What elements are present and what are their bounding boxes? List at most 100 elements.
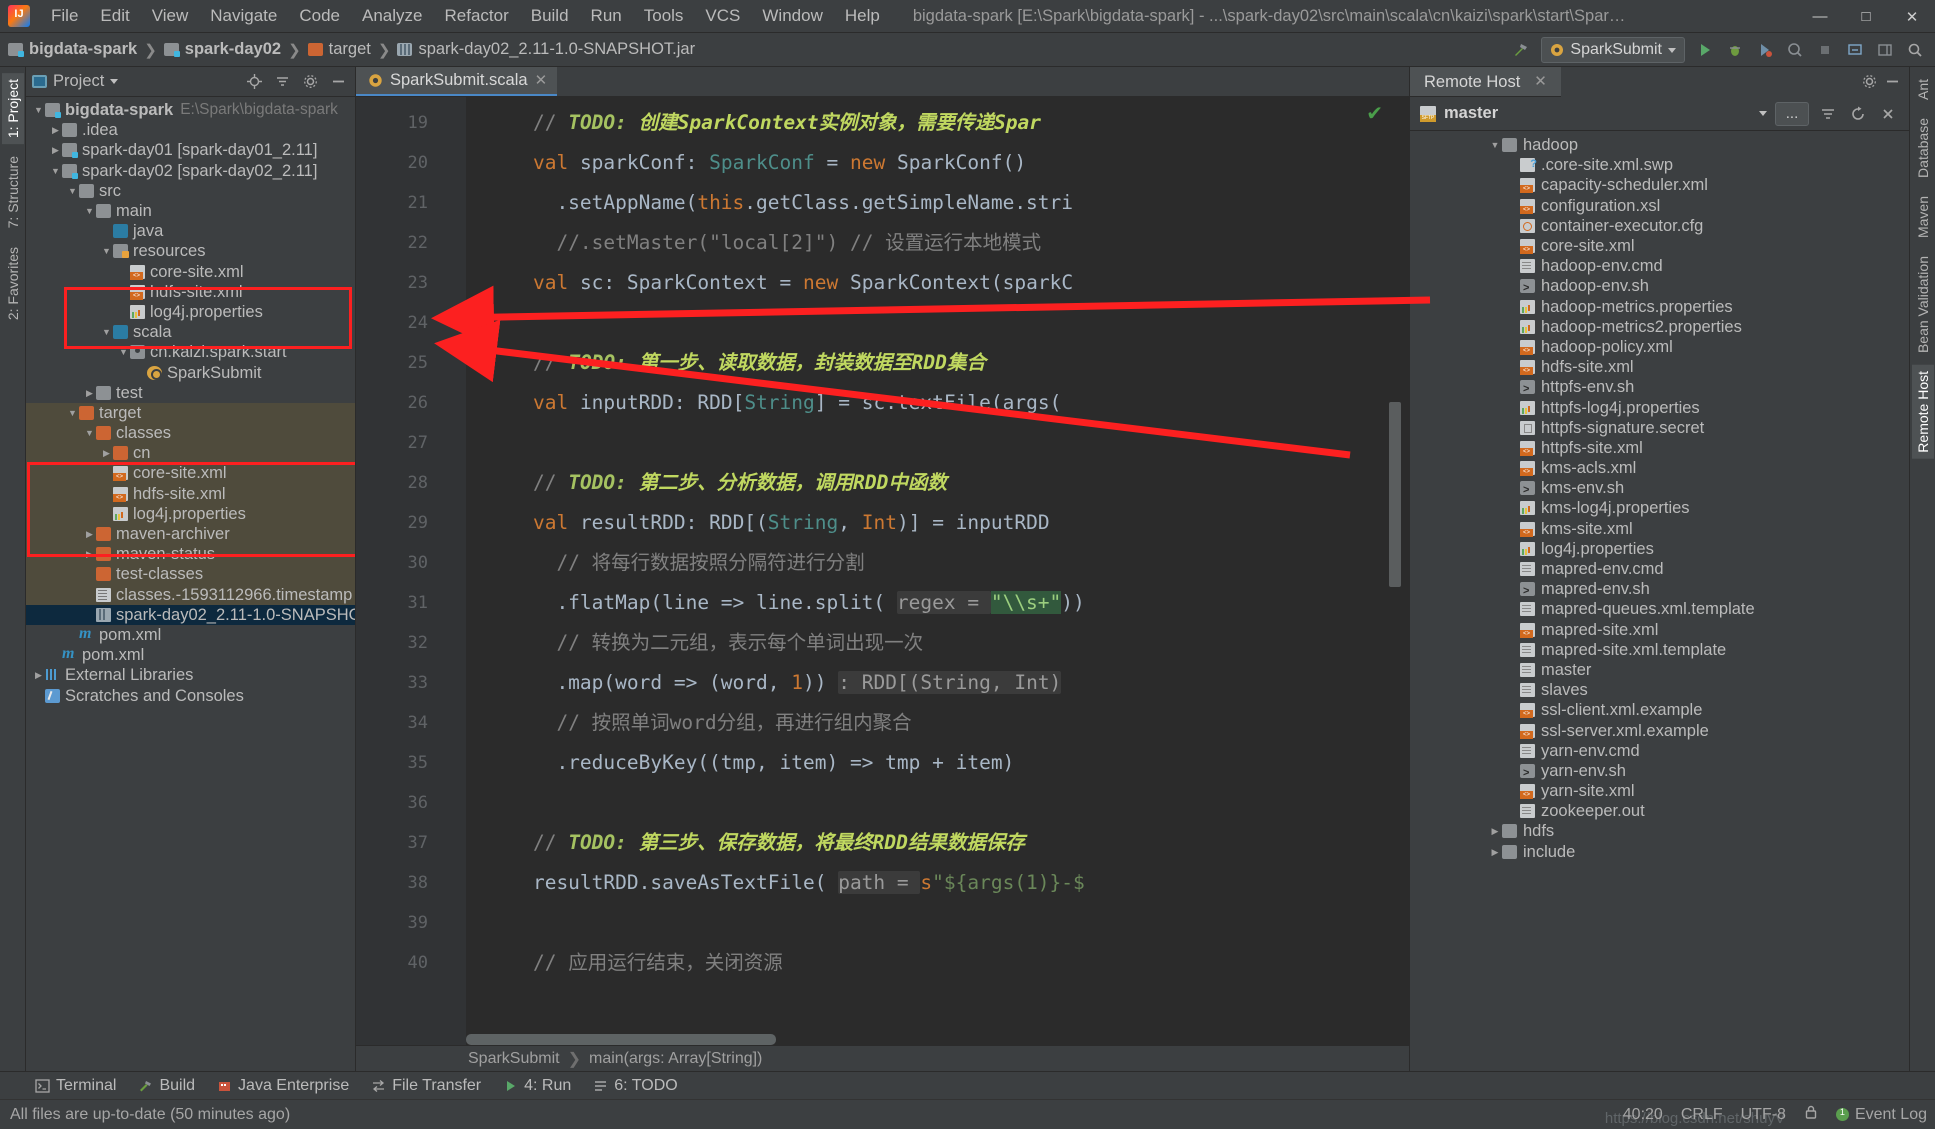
project-tree[interactable]: ▼ bigdata-spark E:\Spark\bigdata-spark ▶ .id… xyxy=(26,97,355,1071)
minimize-button[interactable]: — xyxy=(1797,0,1843,33)
remote-tree-item-mapred-site-xml[interactable]: mapred-site.xml xyxy=(1410,620,1909,640)
bottom-tab-build[interactable]: Build xyxy=(129,1074,204,1098)
breadcrumb[interactable]: bigdata-spark ❯ spark-day02 ❯ target ❯ spark-d… xyxy=(8,40,695,59)
project-tree-item-external-libraries[interactable]: ▶ External Libraries xyxy=(26,665,355,685)
code-line[interactable] xyxy=(486,423,1409,463)
remote-tree-item-ssl-server-xml-example[interactable]: ssl-server.xml.example xyxy=(1410,720,1909,740)
editor-breadcrumb[interactable]: SparkSubmit ❯ main(args: Array[String]) xyxy=(356,1045,1409,1071)
chevron-right-icon[interactable]: ▶ xyxy=(83,383,96,403)
remote-tree-item-master[interactable]: master xyxy=(1410,660,1909,680)
line-number[interactable]: 36 xyxy=(356,783,442,823)
code-line[interactable]: .flatMap(line => line.split( regex = "\\… xyxy=(486,583,1409,623)
remote-tree-item-hadoop-env-cmd[interactable]: hadoop-env.cmd xyxy=(1410,256,1909,276)
chevron-right-icon[interactable]: ▶ xyxy=(1488,842,1502,862)
close-icon[interactable] xyxy=(1877,103,1899,125)
debug-icon[interactable] xyxy=(1721,36,1749,64)
code-line[interactable]: // 将每行数据按照分隔符进行分割 xyxy=(486,543,1409,583)
line-number[interactable]: 34 xyxy=(356,703,442,743)
fold-column[interactable] xyxy=(442,97,466,1045)
line-number[interactable]: 28 xyxy=(356,463,442,503)
line-number[interactable]: 33 xyxy=(356,663,442,703)
hide-panel-icon[interactable] xyxy=(327,71,349,93)
remote-tree-item-yarn-site-xml[interactable]: yarn-site.xml xyxy=(1410,781,1909,801)
rail-tab-7-structure[interactable]: 7: Structure xyxy=(2,150,24,234)
project-tree-item-hdfs-site-xml[interactable]: hdfs-site.xml xyxy=(26,282,355,302)
line-number[interactable]: 22 xyxy=(356,223,442,263)
rail-tab-remote-host[interactable]: Remote Host xyxy=(1911,365,1934,459)
settings-icon[interactable] xyxy=(299,71,321,93)
menu-item-edit[interactable]: Edit xyxy=(89,2,140,30)
code-line[interactable]: .setAppName(this.getClass.getSimpleName.… xyxy=(486,183,1409,223)
chevron-right-icon[interactable]: ▶ xyxy=(100,443,113,463)
line-number[interactable]: 26 xyxy=(356,383,442,423)
menu-item-build[interactable]: Build xyxy=(520,2,580,30)
breadcrumb-item-spark-day02-2-11-1-0-snapshot-jar[interactable]: spark-day02_2.11-1.0-SNAPSHOT.jar xyxy=(397,40,695,59)
update-project-icon[interactable] xyxy=(1841,36,1869,64)
inspection-ok-icon[interactable]: ✔ xyxy=(1366,101,1383,126)
project-tree-item-spark-day01-spark-day01-2-11-[interactable]: ▶ spark-day01 [spark-day01_2.11] xyxy=(26,140,355,160)
chevron-down-icon[interactable]: ▼ xyxy=(49,161,62,181)
chevron-down-icon[interactable]: ▼ xyxy=(117,342,130,362)
line-number[interactable]: 29 xyxy=(356,503,442,543)
hammer-icon[interactable] xyxy=(1507,36,1535,64)
remote-tree-item-configuration-xsl[interactable]: configuration.xsl xyxy=(1410,196,1909,216)
project-tree-item-pom-xml[interactable]: pom.xml xyxy=(26,624,355,645)
chevron-right-icon[interactable]: ▶ xyxy=(49,120,62,140)
bottom-tab-terminal[interactable]: Terminal xyxy=(26,1074,125,1098)
chevron-right-icon[interactable]: ▶ xyxy=(83,544,96,564)
breadcrumb-item-spark-day02[interactable]: spark-day02 xyxy=(163,40,281,59)
code-line[interactable]: val inputRDD: RDD[String] = sc.textFile(… xyxy=(486,383,1409,423)
code-line[interactable]: val resultRDD: RDD[(String, Int)] = inpu… xyxy=(486,503,1409,543)
remote-tree-item-yarn-env-sh[interactable]: yarn-env.sh xyxy=(1410,761,1909,783)
remote-tree-item-mapred-env-sh[interactable]: mapred-env.sh xyxy=(1410,579,1909,601)
remote-tree-item-kms-site-xml[interactable]: kms-site.xml xyxy=(1410,519,1909,539)
code-line[interactable]: // 应用运行结束，关闭资源 xyxy=(486,943,1409,983)
code-line[interactable]: .map(word => (word, 1)) : RDD[(String, I… xyxy=(486,663,1409,703)
remote-tree-item-slaves[interactable]: slaves xyxy=(1410,680,1909,700)
layout-icon[interactable] xyxy=(1871,36,1899,64)
project-tree-item-log4j-properties[interactable]: log4j.properties xyxy=(26,503,355,524)
remote-tree-item-hdfs[interactable]: ▶ hdfs xyxy=(1410,821,1909,841)
rail-tab-ant[interactable]: Ant xyxy=(1912,73,1934,106)
menu-bar[interactable]: File Edit View Navigate Code Analyze Refactor B… xyxy=(40,2,891,30)
project-tree-item-test-classes[interactable]: test-classes xyxy=(26,564,355,585)
remote-tree-item-httpfs-site-xml[interactable]: httpfs-site.xml xyxy=(1410,438,1909,458)
lock-icon[interactable] xyxy=(1804,1105,1818,1125)
remote-tree-item-hdfs-site-xml[interactable]: hdfs-site.xml xyxy=(1410,357,1909,377)
hscroll-thumb[interactable] xyxy=(466,1034,776,1045)
remote-tree-item-mapred-env-cmd[interactable]: mapred-env.cmd xyxy=(1410,559,1909,579)
chevron-right-icon[interactable]: ▶ xyxy=(32,665,45,685)
close-icon[interactable]: ✕ xyxy=(535,71,548,89)
chevron-down-icon[interactable]: ▼ xyxy=(1488,135,1502,155)
bottom-tab-file-transfer[interactable]: File Transfer xyxy=(362,1074,490,1098)
remote-host-tab[interactable]: Remote Host ✕ xyxy=(1410,67,1561,97)
project-tree-item-cn-kaizi-spark-start[interactable]: ▼ cn.kaizi.spark.start xyxy=(26,342,355,362)
remote-tree-item-mapred-queues-xml-template[interactable]: mapred-queues.xml.template xyxy=(1410,599,1909,619)
run-configuration-selector[interactable]: SparkSubmit xyxy=(1541,37,1685,63)
remote-tree-item-httpfs-signature-secret[interactable]: httpfs-signature.secret xyxy=(1410,418,1909,438)
remote-tree-item-hadoop-metrics2-properties[interactable]: hadoop-metrics2.properties xyxy=(1410,317,1909,337)
chevron-down-icon[interactable]: ▼ xyxy=(66,403,79,423)
line-number[interactable]: 27 xyxy=(356,423,442,463)
rail-tab-1-project[interactable]: 1: Project xyxy=(1,73,24,145)
project-tree-item-maven-status[interactable]: ▶ maven-status xyxy=(26,544,355,565)
remote-tree-item-zookeeper-out[interactable]: zookeeper.out xyxy=(1410,801,1909,821)
menu-item-refactor[interactable]: Refactor xyxy=(433,2,519,30)
remote-tree-item-include[interactable]: ▶ include xyxy=(1410,842,1909,862)
menu-item-vcs[interactable]: VCS xyxy=(694,2,751,30)
remote-tree-item-log4j-properties[interactable]: log4j.properties xyxy=(1410,539,1909,559)
project-tree-item-cn[interactable]: ▶ cn xyxy=(26,443,355,464)
code-line[interactable] xyxy=(486,303,1409,343)
remote-tree-item-httpfs-log4j-properties[interactable]: httpfs-log4j.properties xyxy=(1410,397,1909,417)
remote-tree-item-hadoop-policy-xml[interactable]: hadoop-policy.xml xyxy=(1410,337,1909,357)
breadcrumb-item-target[interactable]: target xyxy=(307,40,371,59)
chevron-right-icon[interactable]: ▶ xyxy=(1488,821,1502,841)
editor-breadcrumb-item[interactable]: main(args: Array[String]) xyxy=(589,1050,762,1068)
chevron-right-icon[interactable]: ▶ xyxy=(49,140,62,160)
menu-item-analyze[interactable]: Analyze xyxy=(351,2,433,30)
project-tree-item-bigdata-spark[interactable]: ▼ bigdata-spark E:\Spark\bigdata-spark xyxy=(26,100,355,120)
editor-scrollbar-thumb[interactable] xyxy=(1389,402,1401,587)
chevron-down-icon[interactable]: ▼ xyxy=(32,100,45,120)
project-tree-item-src[interactable]: ▼ src xyxy=(26,181,355,201)
project-tree-item-classes[interactable]: ▼ classes xyxy=(26,423,355,444)
